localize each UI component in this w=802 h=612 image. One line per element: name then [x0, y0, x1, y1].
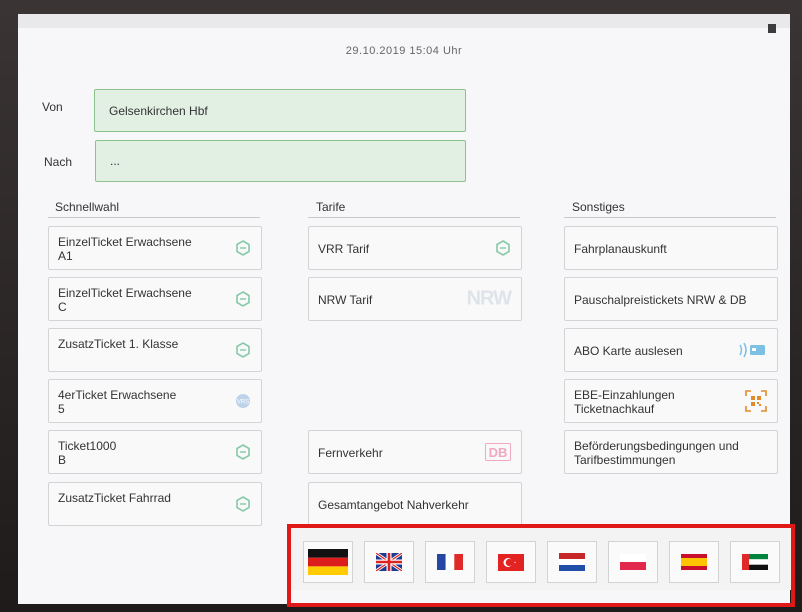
- language-german-button[interactable]: [303, 541, 353, 583]
- language-polish-button[interactable]: [608, 541, 658, 583]
- language-turkish-button[interactable]: [486, 541, 536, 583]
- to-field[interactable]: ...: [95, 140, 466, 182]
- button-label: EinzelTicket Erwachsene C: [58, 286, 192, 314]
- qr-code-icon: [745, 390, 767, 412]
- arabic-flag-icon: [742, 554, 768, 570]
- polish-flag-icon: [620, 554, 646, 570]
- button-label: Fahrplanauskunft: [574, 242, 667, 256]
- button-label: VRR Tarif: [318, 242, 370, 256]
- button-label: NRW Tarif: [318, 293, 373, 307]
- ticket-hexagon-icon: [496, 240, 510, 256]
- ticket-hexagon-icon: [236, 496, 250, 512]
- ticket-hexagon-icon: [236, 342, 250, 358]
- button-label: Fernverkehr: [318, 446, 383, 460]
- vrs-badge-icon: VRS: [236, 394, 250, 408]
- svg-text:VRS: VRS: [237, 400, 249, 406]
- ebe-einzahlungen-button[interactable]: EBE-Einzahlungen Ticketnachkauf: [564, 379, 778, 423]
- from-label: Von: [42, 100, 63, 114]
- ticket-machine-screen: 29.10.2019 15:04 Uhr Von Gelsenkirchen H…: [18, 14, 790, 604]
- tarife-divider: [308, 217, 520, 218]
- quick-ticket-einzel-a1-button[interactable]: EinzelTicket Erwachsene A1: [48, 226, 262, 270]
- language-spanish-button[interactable]: [669, 541, 719, 583]
- button-label: Ticket1000 B: [58, 439, 117, 467]
- vrr-tarif-button[interactable]: VRR Tarif: [308, 226, 522, 270]
- datetime-display: 29.10.2019 15:04 Uhr: [345, 45, 463, 57]
- fernverkehr-button[interactable]: Fernverkehr DB: [308, 430, 522, 474]
- ticket-hexagon-icon: [236, 291, 250, 307]
- contactless-card-icon: [739, 342, 765, 358]
- pauschalpreistickets-button[interactable]: Pauschalpreistickets NRW & DB: [564, 277, 778, 321]
- nrw-tarif-button[interactable]: NRW Tarif NRW: [308, 277, 522, 321]
- sonstiges-divider: [564, 217, 776, 218]
- quick-ticket-1000-b-button[interactable]: Ticket1000 B: [48, 430, 262, 474]
- french-flag-icon: [437, 554, 463, 570]
- dutch-flag-icon: [559, 553, 585, 571]
- schnellwahl-heading: Schnellwahl: [55, 200, 120, 214]
- abo-karte-auslesen-button[interactable]: ABO Karte auslesen: [564, 328, 778, 372]
- button-label: Pauschalpreistickets NRW & DB: [574, 293, 747, 307]
- turkish-flag-icon: [498, 553, 524, 571]
- nrw-logo-icon: NRW: [466, 287, 512, 310]
- corner-marker: [768, 24, 776, 33]
- spanish-flag-icon: [681, 554, 707, 570]
- from-value: Gelsenkirchen Hbf: [109, 103, 208, 118]
- db-logo-icon: DB: [485, 443, 511, 461]
- from-field[interactable]: Gelsenkirchen Hbf: [94, 89, 466, 132]
- button-label: 4erTicket Erwachsene 5: [58, 388, 177, 416]
- button-label: ABO Karte auslesen: [574, 344, 683, 358]
- ticket-hexagon-icon: [236, 444, 250, 460]
- ticket-hexagon-icon: [236, 240, 250, 256]
- top-bar: [18, 14, 790, 28]
- button-label: ZusatzTicket Fahrrad: [58, 491, 171, 505]
- language-dutch-button[interactable]: [547, 541, 597, 583]
- to-value: ...: [110, 154, 121, 168]
- german-flag-icon: [308, 549, 348, 575]
- befoerderungsbedingungen-button[interactable]: Beförderungsbedingungen und Tarifbestimm…: [564, 430, 778, 474]
- quick-ticket-zusatz-1klasse-button[interactable]: ZusatzTicket 1. Klasse: [48, 328, 262, 372]
- tarife-heading: Tarife: [316, 200, 346, 214]
- language-arabic-button[interactable]: [730, 541, 780, 583]
- to-label: Nach: [44, 155, 73, 169]
- quick-ticket-4er-button[interactable]: 4erTicket Erwachsene 5 VRS: [48, 379, 262, 423]
- language-english-button[interactable]: [364, 541, 414, 583]
- fahrplanauskunft-button[interactable]: Fahrplanauskunft: [564, 226, 778, 270]
- schnellwahl-divider: [48, 217, 260, 218]
- language-french-button[interactable]: [425, 541, 475, 583]
- sonstiges-heading: Sonstiges: [572, 200, 625, 214]
- quick-ticket-einzel-c-button[interactable]: EinzelTicket Erwachsene C: [48, 277, 262, 321]
- uk-flag-icon: [376, 553, 402, 571]
- button-label: Gesamtangebot Nahverkehr: [318, 498, 469, 512]
- button-label: Beförderungsbedingungen und Tarifbestimm…: [574, 439, 739, 467]
- button-label: ZusatzTicket 1. Klasse: [58, 337, 179, 351]
- gesamtangebot-nahverkehr-button[interactable]: Gesamtangebot Nahverkehr: [308, 482, 522, 526]
- button-label: EinzelTicket Erwachsene A1: [58, 235, 192, 263]
- quick-ticket-fahrrad-button[interactable]: ZusatzTicket Fahrrad: [48, 482, 262, 526]
- button-label: EBE-Einzahlungen Ticketnachkauf: [574, 388, 675, 416]
